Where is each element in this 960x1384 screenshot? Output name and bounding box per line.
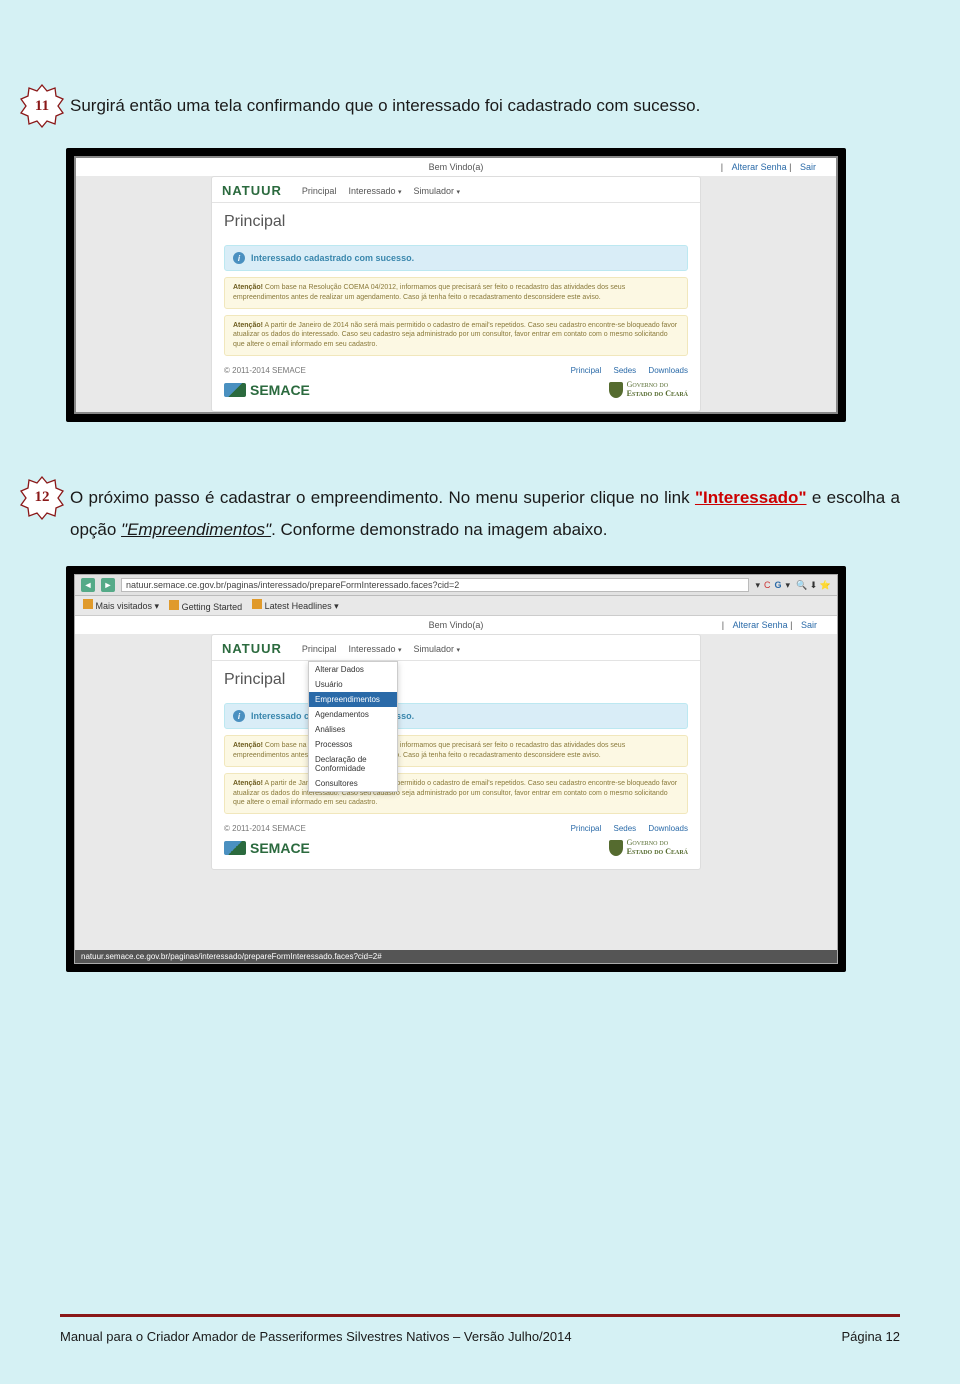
semace-logo: SEMACE [224,840,310,856]
screenshot-2: ◄ ► natuur.semace.ce.gov.br/paginas/inte… [66,566,846,972]
governo-logo: Governo doEstado do Ceará [609,381,688,399]
footer-manual-title: Manual para o Criador Amador de Passerif… [60,1329,572,1344]
warning-2: Atenção! A partir de Janeiro de 2014 não… [224,315,688,356]
folder-icon [83,599,93,609]
app2-footer: © 2011-2014 SEMACE Principal Sedes Downl… [224,824,688,833]
success-text: Interessado cadastrado com sucesso. [251,253,414,263]
step-badge-12: 12 [20,476,64,520]
back-icon[interactable]: ◄ [81,578,95,592]
bookmarks-bar: Mais visitados ▾ Getting Started Latest … [75,596,837,616]
brand-logo: NATUUR [222,183,282,198]
app2-title: Principal [212,661,700,697]
warning-2: Atenção! A partir de Janeiro de 2014 não… [224,773,688,814]
empreendimentos-highlight: "Empreendimentos" [121,520,271,539]
screenshot-1: Bem Vindo(a) | Alterar Senha | Sair NATU… [66,148,846,422]
step-badge-11: 11 [20,84,64,128]
bookmark-gs[interactable]: Getting Started [182,602,243,612]
success-alert: i Interessado cadastrado com sucesso. [224,245,688,271]
semace-logo: SEMACE [224,382,310,398]
step-number: 12 [20,476,64,520]
step-11-text: Surgirá então uma tela confirmando que o… [70,90,900,122]
dd-alterar-dados[interactable]: Alterar Dados [309,662,397,677]
nav-interessado[interactable]: Interessado ▾ [348,186,401,196]
footer-downloads[interactable]: Downloads [648,824,688,833]
bookmark-lh[interactable]: Latest Headlines ▾ [265,601,339,611]
browser-address-bar: ◄ ► natuur.semace.ce.gov.br/paginas/inte… [75,575,837,596]
footer-principal[interactable]: Principal [571,824,602,833]
dd-analises[interactable]: Análises [309,722,397,737]
footer-downloads[interactable]: Downloads [648,366,688,375]
dd-declaracao[interactable]: Declaração de Conformidade [309,752,397,776]
url-field[interactable]: natuur.semace.ce.gov.br/paginas/interess… [121,578,749,592]
sair-link[interactable]: Sair [800,162,816,172]
app2-topbar: Bem Vindo(a) | Alterar Senha | Sair [75,616,837,634]
app1-footer: © 2011-2014 SEMACE Principal Sedes Downl… [224,366,688,375]
footer-page-number: Página 12 [841,1329,900,1344]
dd-usuario[interactable]: Usuário [309,677,397,692]
dd-processos[interactable]: Processos [309,737,397,752]
interessado-dropdown: Alterar Dados Usuário Empreendimentos Ag… [308,661,398,792]
footer-sedes[interactable]: Sedes [614,366,637,375]
copyright: © 2011-2014 SEMACE [224,366,306,375]
dd-empreendimentos[interactable]: Empreendimentos [309,692,397,707]
nav-principal[interactable]: Principal [302,644,337,654]
app2-navbar: NATUUR Principal Interessado ▾ Simulador… [212,635,700,661]
bookmark-mais[interactable]: Mais visitados ▾ [96,601,160,611]
footer-sedes[interactable]: Sedes [614,824,637,833]
app1-title: Principal [212,203,700,239]
nav-simulador[interactable]: Simulador ▾ [414,644,461,654]
app1-logos: SEMACE Governo doEstado do Ceará [224,381,688,399]
copyright: © 2011-2014 SEMACE [224,824,306,833]
dd-consultores[interactable]: Consultores [309,776,397,791]
warning-1: Atenção! Com base na Resolução COEMA 04/… [224,735,688,767]
welcome-text: Bem Vindo(a) [429,162,484,172]
app1-navbar: NATUUR Principal Interessado ▾ Simulador… [212,177,700,203]
step-12: 12 O próximo passo é cadastrar o empreen… [20,482,900,547]
alterar-senha-link[interactable]: Alterar Senha [732,162,787,172]
dd-agendamentos[interactable]: Agendamentos [309,707,397,722]
governo-logo: Governo doEstado do Ceará [609,839,688,857]
welcome-text: Bem Vindo(a) [429,620,484,630]
browser-status-bar: natuur.semace.ce.gov.br/paginas/interess… [75,950,837,963]
footer-principal[interactable]: Principal [571,366,602,375]
step-number: 11 [20,84,64,128]
footer-divider [60,1314,900,1317]
forward-icon[interactable]: ► [101,578,115,592]
warning-1: Atenção! Com base na Resolução COEMA 04/… [224,277,688,309]
page-icon [169,600,179,610]
nav-simulador[interactable]: Simulador ▾ [414,186,461,196]
success-alert: i Interessado cadastrado com sucesso. [224,703,688,729]
app2-logos: SEMACE Governo doEstado do Ceará [224,839,688,857]
nav-principal[interactable]: Principal [302,186,337,196]
alterar-senha-link[interactable]: Alterar Senha [733,620,788,630]
nav-interessado[interactable]: Interessado ▾ [348,644,401,654]
rss-icon [252,599,262,609]
app1-topbar: Bem Vindo(a) | Alterar Senha | Sair [76,158,836,176]
info-icon: i [233,252,245,264]
sair-link[interactable]: Sair [801,620,817,630]
interessado-highlight: "Interessado" [695,488,807,507]
step-11: 11 Surgirá então uma tela confirmando qu… [20,90,900,128]
page-footer: Manual para o Criador Amador de Passerif… [60,1314,900,1344]
info-icon: i [233,710,245,722]
step-12-text: O próximo passo é cadastrar o empreendim… [70,482,900,547]
brand-logo: NATUUR [222,641,282,656]
